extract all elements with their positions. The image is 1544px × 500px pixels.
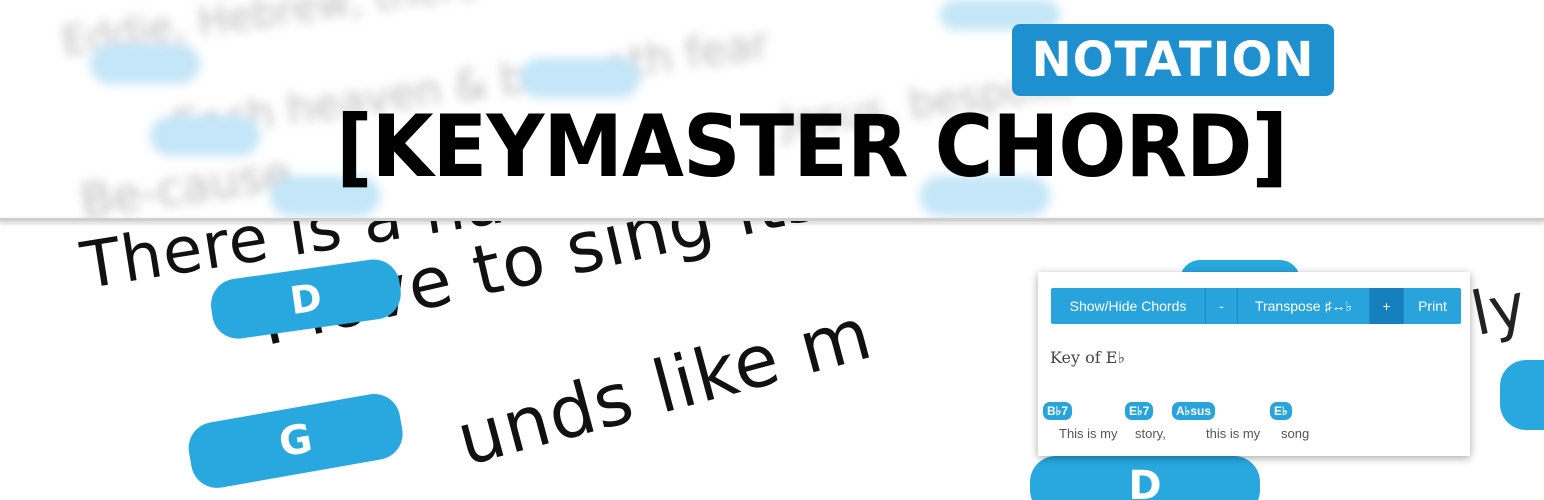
- bg-lyric-fragment-right: ly: [1465, 270, 1534, 350]
- ghost-chord-pill: [90, 44, 200, 84]
- lyric-word: song: [1281, 426, 1310, 441]
- lyric-word: This is my: [1059, 426, 1118, 441]
- ghost-chord-pill: [150, 116, 260, 156]
- notation-badge: NOTATION: [1012, 24, 1334, 96]
- lyric-word: this is my: [1206, 426, 1261, 441]
- key-label: Key of E♭: [1050, 348, 1125, 367]
- chord-widget: Show/Hide Chords - Transpose ♯↔♭ + Print…: [1038, 272, 1470, 456]
- ghost-lyric-line: Be-cause: [77, 145, 295, 220]
- chord-chip: B♭7: [1043, 402, 1072, 420]
- chord-chip: E♭7: [1125, 402, 1154, 420]
- transpose-down-button[interactable]: -: [1206, 288, 1238, 324]
- chord-chip: A♭sus: [1172, 402, 1216, 420]
- bg-lyric-line-3: unds like m: [448, 290, 881, 482]
- show-hide-chords-button[interactable]: Show/Hide Chords: [1051, 288, 1206, 324]
- lyric-word: story,: [1135, 426, 1166, 441]
- page-title: [KEYMASTER CHORD]: [336, 97, 1288, 197]
- chord-chip: E♭: [1270, 402, 1292, 420]
- bg-chord-g: G: [184, 389, 407, 492]
- transpose-up-button[interactable]: +: [1370, 288, 1404, 324]
- transpose-label: Transpose ♯↔♭: [1238, 288, 1370, 324]
- widget-toolbar: Show/Hide Chords - Transpose ♯↔♭ + Print: [1051, 288, 1461, 324]
- print-button[interactable]: Print: [1404, 288, 1461, 324]
- bg-chord-partial-right: [1500, 360, 1544, 430]
- bg-chord-d-lower: D: [1030, 456, 1260, 500]
- divider-line: [0, 218, 1544, 221]
